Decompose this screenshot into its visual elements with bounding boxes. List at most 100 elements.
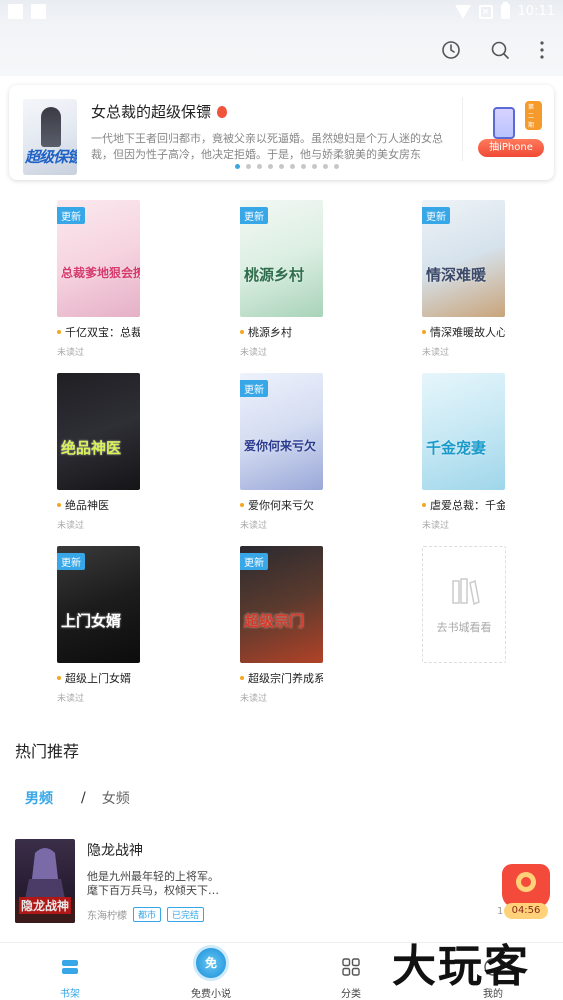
book-title[interactable]: 超级上门女婿	[57, 670, 140, 686]
cover-title: 情深难暖	[426, 266, 487, 284]
red-packet-art	[516, 872, 536, 892]
cover-title: 爱你何来亏欠	[244, 439, 317, 453]
go-to-bookstore-button[interactable]: 去书城看看	[422, 546, 506, 663]
pagination-dot	[257, 164, 262, 169]
recommend-book-cover[interactable]: 隐龙战神	[15, 839, 75, 923]
pagination-dot	[235, 164, 240, 169]
bookshelf-book[interactable]: 更新 桃源乡村 桃源乡村 未读过	[240, 200, 326, 358]
read-status: 未读过	[57, 694, 85, 704]
no-sim-icon: ×	[478, 4, 493, 19]
nav-label: 书架	[60, 989, 80, 1000]
banner-title-row[interactable]: 女总裁的超级保镖	[91, 101, 228, 122]
category-grid-icon	[342, 958, 360, 976]
update-badge: 更新	[240, 380, 268, 397]
book-cover[interactable]: 更新上门女婿	[57, 546, 140, 663]
read-status: 未读过	[57, 521, 85, 531]
read-status: 未读过	[422, 348, 450, 358]
update-badge: 更新	[240, 207, 268, 224]
recommend-book-description: 他是九州最年轻的上将军。麾下百万兵马，权倾天下…	[87, 870, 219, 897]
book-cover[interactable]: 绝品神医	[57, 373, 140, 490]
book-title[interactable]: 超级宗门养成系统	[240, 670, 323, 686]
read-status: 未读过	[57, 348, 85, 358]
nav-label: 分类	[341, 989, 361, 1000]
notification-icon	[8, 4, 23, 19]
cover-title: 千金宠妻	[426, 439, 487, 457]
book-cover[interactable]: 更新总裁爹地狠会撩	[57, 200, 140, 317]
cover-title: 上门女婿	[61, 612, 122, 630]
update-badge: 更新	[57, 207, 85, 224]
nav-label: 免费小说	[191, 989, 231, 1000]
cover-figure	[41, 107, 61, 147]
bookshelf-book[interactable]: 千金宠妻虐爱总裁：千金宠妻未读过	[422, 373, 508, 531]
recommend-cover-title: 隐龙战神	[19, 897, 72, 914]
tab-female[interactable]: 女频	[102, 788, 130, 808]
book-title[interactable]: 千亿双宝：总裁爹地狠会撩	[57, 324, 140, 340]
free-novel-icon: 免	[193, 945, 229, 981]
book-title[interactable]: 桃源乡村	[240, 324, 323, 340]
countdown-timer: 04:56	[504, 903, 548, 919]
watermark-logo: 大玩客	[392, 941, 530, 992]
top-bar	[0, 26, 563, 76]
hot-fire-icon	[217, 105, 228, 118]
banner-book-cover[interactable]: 超级保镖	[23, 99, 77, 175]
book-cover[interactable]: 更新情深难暖	[422, 200, 505, 317]
book-cover[interactable]: 更新 桃源乡村	[240, 200, 323, 317]
read-status: 未读过	[240, 521, 268, 531]
bookshelf-book[interactable]: 更新总裁爹地狠会撩千亿双宝：总裁爹地狠会撩未读过	[57, 200, 143, 358]
recommend-book-title[interactable]: 隐龙战神	[87, 840, 143, 860]
book-cover[interactable]: 更新爱你何来亏欠	[240, 373, 323, 490]
iphone-lottery-ad[interactable]: 第二期 抽iPhone	[462, 97, 544, 161]
recommend-book-author: 东海柠檬	[87, 911, 127, 922]
banner-title: 女总裁的超级保镖	[91, 103, 212, 121]
side-number: 1	[497, 906, 504, 917]
tab-separator: /	[81, 790, 86, 806]
search-icon[interactable]	[488, 38, 512, 62]
update-badge: 更新	[240, 553, 268, 570]
more-vertical-icon[interactable]	[530, 38, 554, 62]
books-icon	[452, 578, 480, 606]
bookshelf-book[interactable]: 更新爱你何来亏欠 爱你何来亏欠未读过	[240, 373, 326, 531]
pagination-dot	[323, 164, 328, 169]
tab-male[interactable]: 男频	[25, 788, 53, 808]
update-badge: 更新	[57, 553, 85, 570]
book-cover[interactable]: 更新 超级宗门	[240, 546, 323, 663]
status-time: 10:11	[517, 4, 555, 19]
banner-description: 一代地下王者回归都市，竟被父亲以死逼婚。虽然媳妇是个万人迷的女总裁，但因为性子高…	[91, 132, 443, 161]
pagination-dot	[246, 164, 251, 169]
history-clock-icon[interactable]	[439, 38, 463, 62]
book-title[interactable]: 情深难暖故人心	[422, 324, 505, 340]
status-tag: 已完结	[167, 907, 205, 922]
cover-title: 总裁爹地狠会撩	[61, 266, 140, 280]
book-title[interactable]: 虐爱总裁：千金宠妻	[422, 497, 505, 513]
book-title[interactable]: 绝品神医	[57, 497, 140, 513]
bookshelf-book[interactable]: 更新超级宗门超级宗门养成系统未读过	[240, 546, 326, 704]
pagination-dot	[290, 164, 295, 169]
lottery-button[interactable]: 抽iPhone	[478, 139, 544, 157]
cover-title: 绝品神医	[61, 439, 122, 457]
update-badge: 更新	[422, 207, 450, 224]
go-to-bookstore-label: 去书城看看	[436, 621, 492, 634]
ad-badge: 第二期	[525, 101, 542, 130]
featured-banner[interactable]: 超级保镖 女总裁的超级保镖 一代地下王者回归都市，竟被父亲以死逼婚。虽然媳妇是个…	[9, 85, 554, 180]
book-cover[interactable]: 千金宠妻	[422, 373, 505, 490]
bookshelf-icon	[62, 960, 78, 974]
read-status: 未读过	[422, 521, 450, 531]
red-packet-icon	[502, 864, 550, 908]
pagination-dot	[312, 164, 317, 169]
pagination-dot	[301, 164, 306, 169]
banner-pagination	[235, 164, 339, 169]
hot-recommend-title: 热门推荐	[15, 742, 80, 761]
notification-icon	[31, 4, 46, 19]
bookshelf-book[interactable]: 更新情深难暖情深难暖故人心未读过	[422, 200, 508, 358]
battery-icon	[500, 2, 510, 19]
pagination-dot	[268, 164, 273, 169]
banner-cover-title: 超级保镖	[25, 148, 77, 166]
pagination-dot	[279, 164, 284, 169]
recommend-book-meta: 东海柠檬 都市 已完结	[87, 907, 205, 922]
red-packet-float-button[interactable]: 04:56	[498, 864, 554, 922]
wifi-icon	[454, 4, 471, 19]
bookshelf-book[interactable]: 更新上门女婿超级上门女婿未读过	[57, 546, 143, 704]
genre-tag: 都市	[133, 907, 162, 922]
bookshelf-book[interactable]: 绝品神医 绝品神医 未读过	[57, 373, 143, 531]
book-title[interactable]: 爱你何来亏欠	[240, 497, 323, 513]
